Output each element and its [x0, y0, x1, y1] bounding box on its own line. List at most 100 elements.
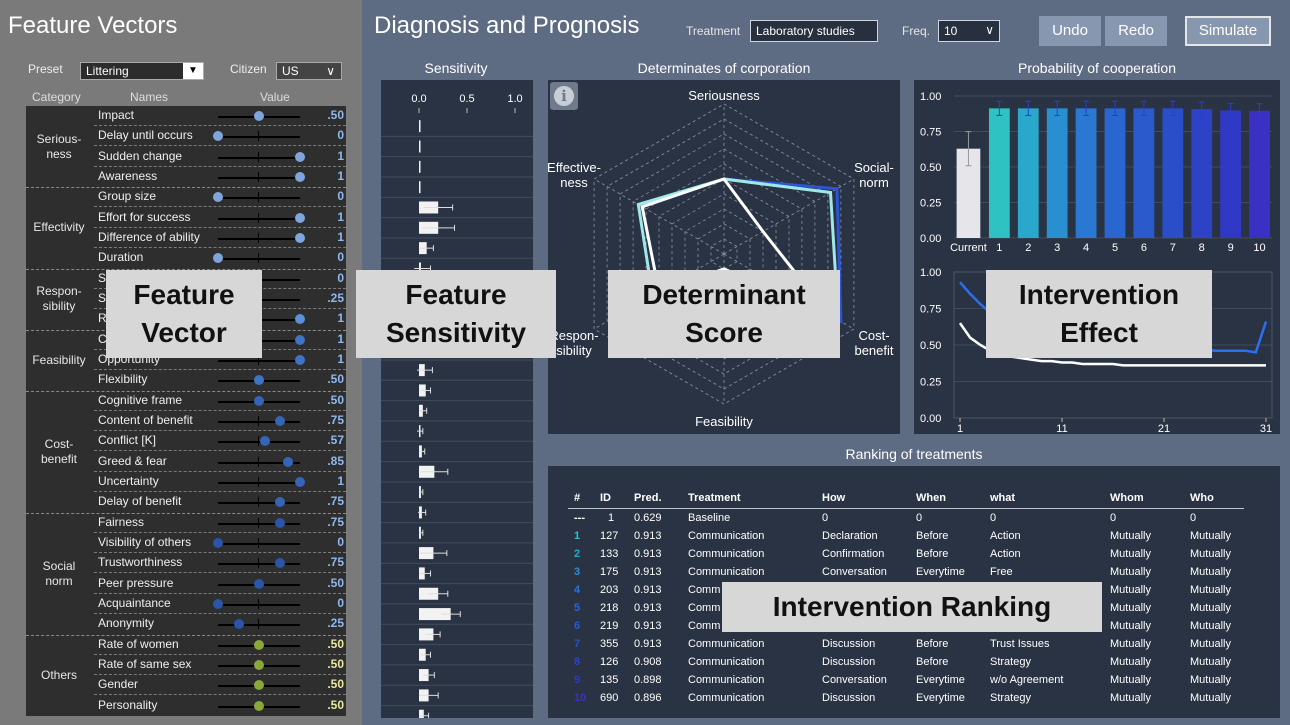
slider-knob[interactable] [213, 253, 223, 264]
table-cell: Conversation [822, 566, 887, 578]
slider-track[interactable] [218, 563, 300, 566]
table-row[interactable]: 8 126 0.908 Communication Discussion Before St… [548, 656, 1248, 674]
slider-knob[interactable] [213, 192, 223, 203]
slider-knob[interactable] [295, 212, 305, 223]
slider-track[interactable] [218, 502, 300, 505]
slider-knob[interactable] [295, 314, 305, 325]
table-cell: Mutually [1110, 674, 1151, 686]
x-tick-label: 6 [1141, 242, 1147, 254]
y-tick-label: 0.25 [920, 377, 941, 389]
citizen-select[interactable]: US ∨ [276, 62, 342, 80]
feature-vectors-panel: Feature Vectors Preset Littering ▼ Citiz… [0, 0, 362, 725]
slider-track[interactable] [218, 522, 300, 525]
slider-knob[interactable] [254, 680, 264, 691]
feature-row: Content of benefit .75 [94, 411, 346, 431]
preset-select[interactable]: Littering ▼ [80, 62, 204, 80]
slider-knob[interactable] [295, 354, 305, 365]
x-tick-label: 4 [1083, 242, 1089, 254]
slider-knob[interactable] [233, 619, 244, 630]
feature-name: Gender [98, 677, 139, 692]
feature-value: 1 [337, 168, 344, 183]
slider-track[interactable] [218, 420, 300, 423]
slider-knob[interactable] [213, 598, 223, 609]
slider-track[interactable] [218, 176, 300, 179]
slider-knob[interactable] [213, 131, 223, 142]
feature-name: Peer pressure [98, 575, 174, 590]
treatment-select[interactable]: Laboratory studies [750, 20, 878, 42]
feature-name: Cognitive frame [98, 392, 183, 407]
slider-knob[interactable] [254, 395, 264, 406]
slider-track[interactable] [218, 542, 300, 545]
slider-knob[interactable] [274, 517, 285, 528]
slider-knob[interactable] [274, 497, 285, 508]
table-cell: 0.898 [634, 674, 662, 686]
table-row[interactable]: --- 1 0.629 Baseline 0 0 0 0 0 [548, 512, 1248, 530]
feature-row: Delay of benefit .75 [94, 492, 346, 512]
table-cell: Mutually [1190, 692, 1231, 704]
undo-button[interactable]: Undo [1039, 16, 1101, 46]
slider-track[interactable] [218, 217, 300, 220]
table-cell: 0.913 [634, 548, 662, 560]
slider-knob[interactable] [213, 537, 223, 548]
feature-name: Rate of women [98, 636, 179, 651]
x-tick-label: Current [950, 242, 987, 254]
info-button[interactable]: i [550, 82, 578, 110]
slider-midpoint [258, 517, 259, 528]
slider-knob[interactable] [274, 558, 285, 569]
slider-midpoint [258, 598, 259, 609]
category-name: Social norm [42, 558, 76, 588]
x-tick-label: 8 [1199, 242, 1205, 254]
table-row[interactable]: 2 133 0.913 Communication Confirmation Before… [548, 548, 1248, 566]
slider-track[interactable] [218, 624, 300, 627]
feature-name: Uncertainty [98, 473, 159, 488]
slider-track[interactable] [218, 359, 300, 362]
slider-knob[interactable] [295, 334, 305, 345]
slider-knob[interactable] [254, 111, 264, 121]
table-cell: 203 [600, 584, 619, 596]
ranking-title: Ranking of treatments [845, 446, 983, 462]
slider-knob[interactable] [254, 639, 264, 650]
table-cell: Mutually [1110, 656, 1151, 668]
slider-knob[interactable] [254, 578, 264, 589]
table-row[interactable]: 1 127 0.913 Communication Declaration Before A… [548, 530, 1248, 548]
table-row[interactable]: 7 355 0.913 Communication Discussion Before Tr… [548, 638, 1248, 656]
table-cell: Communication [688, 530, 765, 542]
slider-knob[interactable] [282, 456, 293, 467]
table-header: When [916, 492, 946, 504]
slider-knob[interactable] [295, 476, 305, 487]
feature-row: Rate of women .50 [94, 635, 346, 655]
slider-knob[interactable] [295, 171, 305, 182]
table-header: Who [1190, 492, 1214, 504]
overlay-feature-sensitivity: Feature Sensitivity [356, 270, 556, 358]
slider-track[interactable] [218, 603, 300, 606]
feature-value: .50 [327, 656, 344, 671]
table-cell: Mutually [1190, 638, 1231, 650]
simulate-button[interactable]: Simulate [1185, 16, 1271, 46]
slider-track[interactable] [218, 481, 300, 484]
slider-knob[interactable] [295, 151, 305, 162]
freq-select[interactable]: 10 ∨ [938, 20, 1000, 42]
overlay-determinant-score: Determinant Score [608, 270, 840, 358]
slider-knob[interactable] [259, 436, 270, 447]
slider-knob[interactable] [254, 659, 264, 670]
slider-knob[interactable] [295, 232, 305, 243]
slider-track[interactable] [218, 197, 300, 200]
slider-knob[interactable] [254, 700, 264, 711]
redo-button[interactable]: Redo [1105, 16, 1167, 46]
table-cell: 127 [600, 530, 619, 542]
table-row[interactable]: 9 135 0.898 Communication Conversation Everyt… [548, 674, 1248, 692]
x-tick-label: 1 [957, 423, 963, 434]
table-cell: Before [916, 530, 949, 542]
slider-track[interactable] [218, 258, 300, 261]
table-cell: Mutually [1110, 620, 1151, 632]
table-cell: Everytime [916, 692, 965, 704]
slider-track[interactable] [218, 441, 300, 444]
slider-track[interactable] [218, 136, 300, 139]
slider-track[interactable] [218, 156, 300, 159]
table-cell: 0.896 [634, 692, 662, 704]
feature-row: Effort for success 1 [94, 208, 346, 228]
slider-track[interactable] [218, 237, 300, 240]
table-row[interactable]: 10 690 0.896 Communication Discussion Everyti… [548, 692, 1248, 710]
slider-knob[interactable] [274, 415, 285, 426]
slider-knob[interactable] [254, 375, 264, 386]
